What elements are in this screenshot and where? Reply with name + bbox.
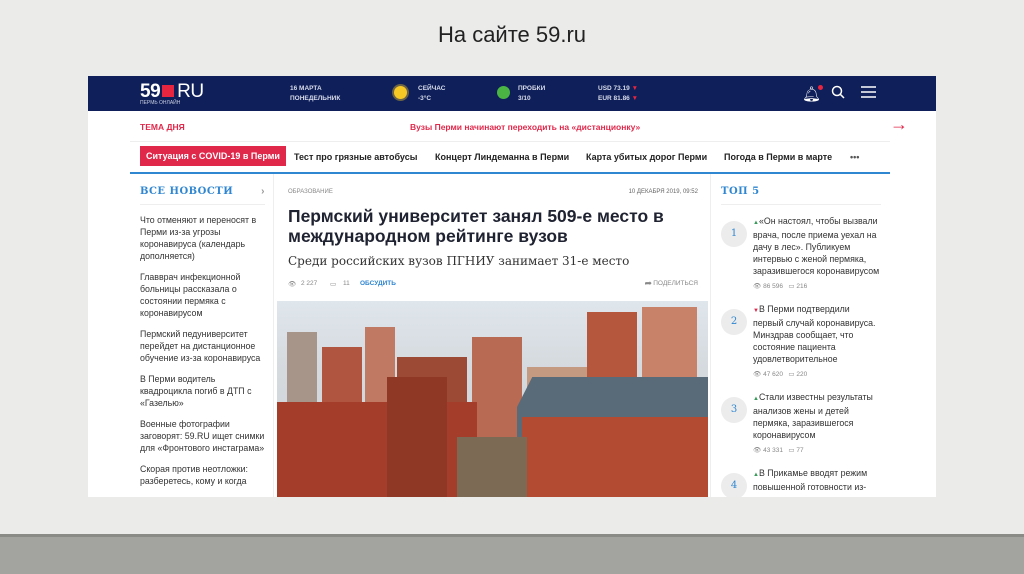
logo-ru: RU xyxy=(177,81,204,102)
sun-icon xyxy=(394,86,407,99)
top-item-title[interactable]: «Он настоял, чтобы вызвали врача, после … xyxy=(753,216,879,276)
comment-icon: ▭ xyxy=(788,371,795,378)
date-block: 16 МАРТА ПОНЕДЕЛЬНИК xyxy=(290,84,340,104)
article-date: 10 ДЕКАБРЯ 2019, 09:52 xyxy=(628,189,698,195)
views-count: 47 620 xyxy=(763,371,783,378)
menu-icon[interactable] xyxy=(861,85,876,103)
rank-badge: 4 xyxy=(721,473,747,497)
slide-footer-band xyxy=(0,534,1024,574)
more-icon[interactable]: ••• xyxy=(850,152,859,162)
notification-dot xyxy=(818,85,824,90)
traffic-label: ПРОБКИ xyxy=(518,85,546,92)
tag-item[interactable]: Карта убитых дорог Перми xyxy=(586,152,707,162)
rank-badge: 2 xyxy=(721,309,747,335)
logo-subtitle: ПЕРМЬ ОНЛАЙН xyxy=(140,100,181,106)
top-item[interactable]: 4 ▲В Прикамье вводят режим повышенной го… xyxy=(721,467,881,497)
comments-count: 11 xyxy=(343,280,350,287)
arrow-right-icon[interactable]: → xyxy=(890,114,908,135)
tag-item[interactable]: Концерт Линдеманна в Перми xyxy=(435,152,569,162)
traffic-value: 3/10 xyxy=(518,95,531,102)
topic-of-day: ТЕМА ДНЯ Вузы Перми начинают переходить … xyxy=(130,111,908,142)
eye-icon: 👁︎ xyxy=(288,281,297,288)
top-item[interactable]: 2 ▼В Перми подтвердили первый случай кор… xyxy=(721,303,881,381)
discuss-link[interactable]: ОБСУДИТЬ xyxy=(360,280,396,287)
all-news-title: ВСЕ НОВОСТИ xyxy=(140,186,234,197)
share-icon[interactable]: ➦ xyxy=(644,278,652,289)
eye-icon: 👁︎ xyxy=(753,371,762,378)
tag-covid[interactable]: Ситуация с COVID-19 в Перми xyxy=(140,146,286,166)
chevron-right-icon[interactable]: › xyxy=(261,186,265,197)
news-item[interactable]: Что отменяют и переносят в Перми из-за у… xyxy=(140,214,265,262)
comment-icon: ▭ xyxy=(788,447,795,454)
site-header: 59 RU ПЕРМЬ ОНЛАЙН 16 МАРТА ПОНЕДЕЛЬНИК СЕ… xyxy=(88,76,936,111)
down-arrow-icon: ▼ xyxy=(631,95,639,102)
bell-icon[interactable]: 🔔︎ xyxy=(802,85,824,103)
top5-column: ТОП 5 1 ▲«Он настоял, чтобы вызвали врач… xyxy=(721,186,881,497)
topic-headline-link[interactable]: Вузы Перми начинают переходить на «диста… xyxy=(410,122,640,132)
down-arrow-icon: ▼ xyxy=(631,85,639,92)
comments-count: 77 xyxy=(796,447,804,454)
traffic-block[interactable]: ПРОБКИ 3/10 xyxy=(518,84,545,104)
weather-value: -3°C xyxy=(418,95,432,102)
top-item[interactable]: 3 ▲Стали известны результаты анализов же… xyxy=(721,391,881,457)
comments-count: 216 xyxy=(796,283,808,290)
traffic-icon xyxy=(497,86,510,99)
article-photo xyxy=(277,301,708,497)
logo-square-icon xyxy=(162,85,175,97)
weekday: ПОНЕДЕЛЬНИК xyxy=(290,95,341,102)
top-item[interactable]: 1 ▲«Он настоял, чтобы вызвали врача, пос… xyxy=(721,215,881,293)
top5-heading: ТОП 5 xyxy=(721,186,881,205)
article-lead: Среди российских вузов ПГНИУ занимает 31… xyxy=(288,254,630,268)
comment-icon: ▭ xyxy=(788,283,795,290)
divider xyxy=(273,174,274,497)
views-count: 43 331 xyxy=(763,447,783,454)
top-item-title[interactable]: В Прикамье вводят режим повышенной готов… xyxy=(753,468,867,492)
article-title: Пермский университет занял 509-е место в… xyxy=(288,206,664,246)
search-icon[interactable] xyxy=(831,85,845,103)
tag-item[interactable]: Тест про грязные автобусы xyxy=(294,152,417,162)
weather-block[interactable]: СЕЙЧАС -3°C xyxy=(418,84,446,104)
news-item[interactable]: Главврач инфекционной больницы рассказал… xyxy=(140,271,265,319)
article-rubric[interactable]: ОБРАЗОВАНИЕ xyxy=(288,189,333,195)
share-button[interactable]: ПОДЕЛИТЬСЯ xyxy=(653,280,698,287)
topic-label: ТЕМА ДНЯ xyxy=(140,122,185,132)
all-news-column: ВСЕ НОВОСТИ › Что отменяют и переносят в … xyxy=(140,186,265,487)
usd-rate: USD 73.19 xyxy=(598,85,630,92)
eye-icon: 👁︎ xyxy=(753,283,762,290)
eye-icon: 👁︎ xyxy=(753,447,762,454)
eur-rate: EUR 81.86 xyxy=(598,95,630,102)
website-screenshot: 59 RU ПЕРМЬ ОНЛАЙН 16 МАРТА ПОНЕДЕЛЬНИК СЕ… xyxy=(88,76,936,497)
weather-label: СЕЙЧАС xyxy=(418,85,446,92)
rank-badge: 3 xyxy=(721,397,747,423)
news-item[interactable]: Пермский педуниверситет перейдет на дист… xyxy=(140,328,265,364)
divider xyxy=(130,172,890,174)
news-item[interactable]: Скорая против неотложки: разберетесь, ко… xyxy=(140,463,265,487)
currency-block: USD 73.19 ▼ EUR 81.86 ▼ xyxy=(598,84,638,104)
news-item[interactable]: Военные фотографии заговорят: 59.RU ищет… xyxy=(140,418,265,454)
top-item-title[interactable]: Стали известны результаты анализов жены … xyxy=(753,392,873,440)
tag-nav: Ситуация с COVID-19 в Перми Тест про гря… xyxy=(140,146,890,168)
all-news-heading[interactable]: ВСЕ НОВОСТИ › xyxy=(140,186,265,205)
slide-title: На сайте 59.ru xyxy=(437,22,587,47)
divider xyxy=(710,174,711,497)
rank-badge: 1 xyxy=(721,221,747,247)
tag-item[interactable]: Погода в Перми в марте xyxy=(724,152,832,162)
views-count: 86 596 xyxy=(763,283,783,290)
comment-icon: ▭ xyxy=(330,281,337,288)
date: 16 МАРТА xyxy=(290,85,322,92)
top-item-title[interactable]: В Перми подтвердили первый случай корона… xyxy=(753,304,875,364)
comments-count: 220 xyxy=(796,371,808,378)
logo-number: 59 xyxy=(140,81,161,102)
views-count: 2 227 xyxy=(301,280,318,287)
news-item[interactable]: В Перми водитель квадроцикла погиб в ДТП… xyxy=(140,373,265,409)
